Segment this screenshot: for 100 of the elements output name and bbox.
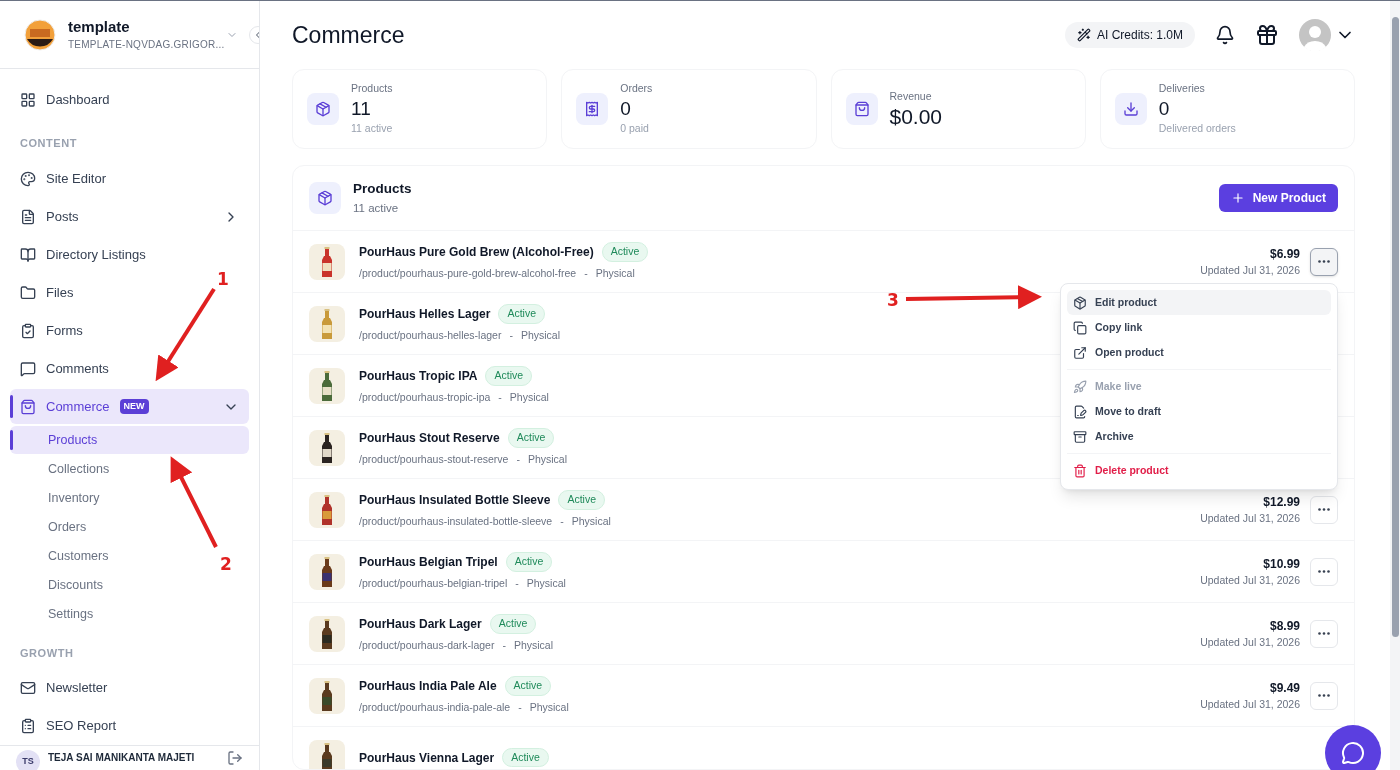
archive-icon bbox=[1073, 429, 1087, 444]
palette-icon bbox=[20, 170, 36, 187]
nav-item[interactable]: Comments bbox=[10, 351, 119, 386]
chat-icon bbox=[20, 360, 36, 377]
menu-item[interactable]: Archive bbox=[1067, 424, 1331, 449]
menu-item[interactable]: Open product bbox=[1067, 340, 1331, 365]
workspace-name: template bbox=[68, 17, 131, 37]
updated-date: Updated Jul 31, 2026 bbox=[1200, 262, 1300, 278]
product-type: Physical bbox=[529, 699, 569, 715]
nav-item[interactable]: Site Editor bbox=[10, 161, 116, 196]
updated-date: Updated Jul 31, 2026 bbox=[1200, 572, 1300, 588]
product-type: Physical bbox=[526, 575, 566, 591]
product-name: PourHaus Dark Lager bbox=[359, 615, 482, 633]
annotation-number: 2 bbox=[220, 553, 232, 576]
logo-icon bbox=[24, 18, 56, 51]
mail-icon bbox=[20, 680, 36, 696]
product-name: PourHaus India Pale Ale bbox=[359, 677, 497, 695]
chat-icon bbox=[1341, 741, 1365, 765]
product-path: /product/pourhaus-pure-gold-brew-alcohol-free bbox=[359, 265, 577, 281]
panel-title: Products bbox=[353, 180, 412, 199]
more-options-button[interactable] bbox=[1310, 247, 1338, 276]
product-name: PourHaus Tropic IPA bbox=[359, 367, 478, 385]
product-type: Physical bbox=[513, 637, 554, 653]
menu-item[interactable]: Copy link bbox=[1067, 315, 1331, 340]
stat-value: $0.00 bbox=[889, 104, 943, 129]
menu-item[interactable]: Delete product bbox=[1067, 458, 1331, 483]
nav-subitem[interactable]: Collections bbox=[10, 455, 118, 483]
section-heading: CONTENT bbox=[19, 136, 78, 151]
folder-icon bbox=[20, 284, 36, 301]
product-name: PourHaus Belgian Tripel bbox=[359, 553, 498, 571]
shopping-bag-icon bbox=[845, 93, 878, 125]
notifications-icon[interactable] bbox=[1215, 25, 1235, 45]
ai-credits-badge[interactable]: AI Credits: 1.0M bbox=[1064, 22, 1195, 48]
magic-wand-icon bbox=[1076, 28, 1091, 42]
new-product-button[interactable]: New Product bbox=[1218, 184, 1338, 212]
gift-icon[interactable] bbox=[1255, 23, 1279, 47]
nav-item[interactable]: Files bbox=[10, 275, 84, 310]
nav-subitem[interactable]: Customers bbox=[10, 542, 117, 570]
panel-subtitle: 11 active bbox=[353, 200, 400, 216]
status-badge: Active bbox=[504, 675, 552, 696]
nav-item[interactable]: Dashboard bbox=[10, 82, 120, 118]
product-name: PourHaus Helles Lager bbox=[359, 305, 491, 323]
package-icon bbox=[1073, 295, 1087, 310]
nav-subitem[interactable]: Products bbox=[10, 426, 249, 454]
product-name: PourHaus Pure Gold Brew (Alcohol-Free) bbox=[359, 243, 594, 261]
status-badge: Active bbox=[485, 365, 533, 386]
separator-dash: - bbox=[502, 637, 506, 653]
receipt-icon bbox=[576, 93, 609, 125]
nav-subitem[interactable]: Settings bbox=[10, 600, 102, 628]
user-name: TEJA SAI MANIKANTA MAJETI bbox=[48, 751, 195, 765]
status-badge: Active bbox=[489, 613, 537, 634]
menu-item[interactable]: Move to draft bbox=[1067, 399, 1331, 424]
stat-value: 11 bbox=[351, 97, 372, 121]
stat-value: 0 bbox=[620, 97, 632, 121]
separator-dash: - bbox=[515, 575, 519, 591]
section-heading: GROWTH bbox=[19, 645, 75, 661]
nav-item[interactable]: Posts bbox=[10, 199, 249, 234]
product-path: /product/pourhaus-helles-lager bbox=[359, 327, 502, 343]
scrollbar[interactable] bbox=[1390, 1, 1400, 770]
nav-item[interactable]: Forms bbox=[10, 313, 93, 348]
status-badge: Active bbox=[498, 303, 545, 324]
more-icon bbox=[1318, 632, 1330, 635]
stat-value: 0 bbox=[1158, 97, 1171, 121]
external-link-icon bbox=[1073, 345, 1087, 360]
separator-dash: - bbox=[584, 265, 588, 281]
product-price: $9.49 bbox=[1269, 679, 1300, 697]
nav-subitem[interactable]: Inventory bbox=[10, 484, 108, 512]
chat-button[interactable] bbox=[1325, 725, 1381, 770]
new-badge: NEW bbox=[119, 398, 149, 415]
product-name: PourHaus Stout Reserve bbox=[359, 429, 500, 447]
product-path: /product/pourhaus-tropic-ipa bbox=[359, 389, 491, 405]
nav-subitem[interactable]: Discounts bbox=[10, 571, 111, 599]
download-icon bbox=[1114, 93, 1147, 125]
more-icon bbox=[1318, 508, 1330, 511]
separator-dash: - bbox=[516, 451, 520, 467]
annotation-number: 1 bbox=[217, 268, 229, 291]
nav-item[interactable]: Directory Listings bbox=[10, 237, 156, 272]
page-title: Commerce bbox=[292, 20, 405, 50]
nav-item[interactable]: Newsletter bbox=[10, 670, 118, 706]
package-icon bbox=[309, 182, 341, 214]
stat-subtext: 11 active bbox=[351, 121, 393, 136]
book-icon bbox=[20, 246, 36, 263]
status-badge: Active bbox=[558, 489, 605, 510]
dashboard-icon bbox=[20, 92, 36, 108]
stat-label: Deliveries bbox=[1158, 81, 1206, 97]
stat-subtext: 0 paid bbox=[620, 121, 650, 136]
logout-icon[interactable] bbox=[227, 750, 243, 766]
user-avatar[interactable]: TS bbox=[16, 750, 40, 770]
product-price: $10.99 bbox=[1263, 555, 1300, 573]
nav-subitem[interactable]: Orders bbox=[10, 513, 95, 541]
product-path: /product/pourhaus-dark-lager bbox=[359, 637, 495, 653]
file-pen-icon bbox=[1073, 404, 1087, 419]
stat-label: Orders bbox=[620, 81, 653, 97]
nav-item[interactable]: SEO Report bbox=[10, 708, 127, 744]
copy-icon bbox=[1073, 320, 1087, 335]
menu-item[interactable]: Edit product bbox=[1067, 290, 1331, 315]
nav-item[interactable]: Commerce NEW bbox=[10, 389, 249, 424]
product-type: Physical bbox=[520, 327, 561, 343]
trash-icon bbox=[1073, 463, 1087, 478]
status-badge: Active bbox=[507, 427, 555, 448]
